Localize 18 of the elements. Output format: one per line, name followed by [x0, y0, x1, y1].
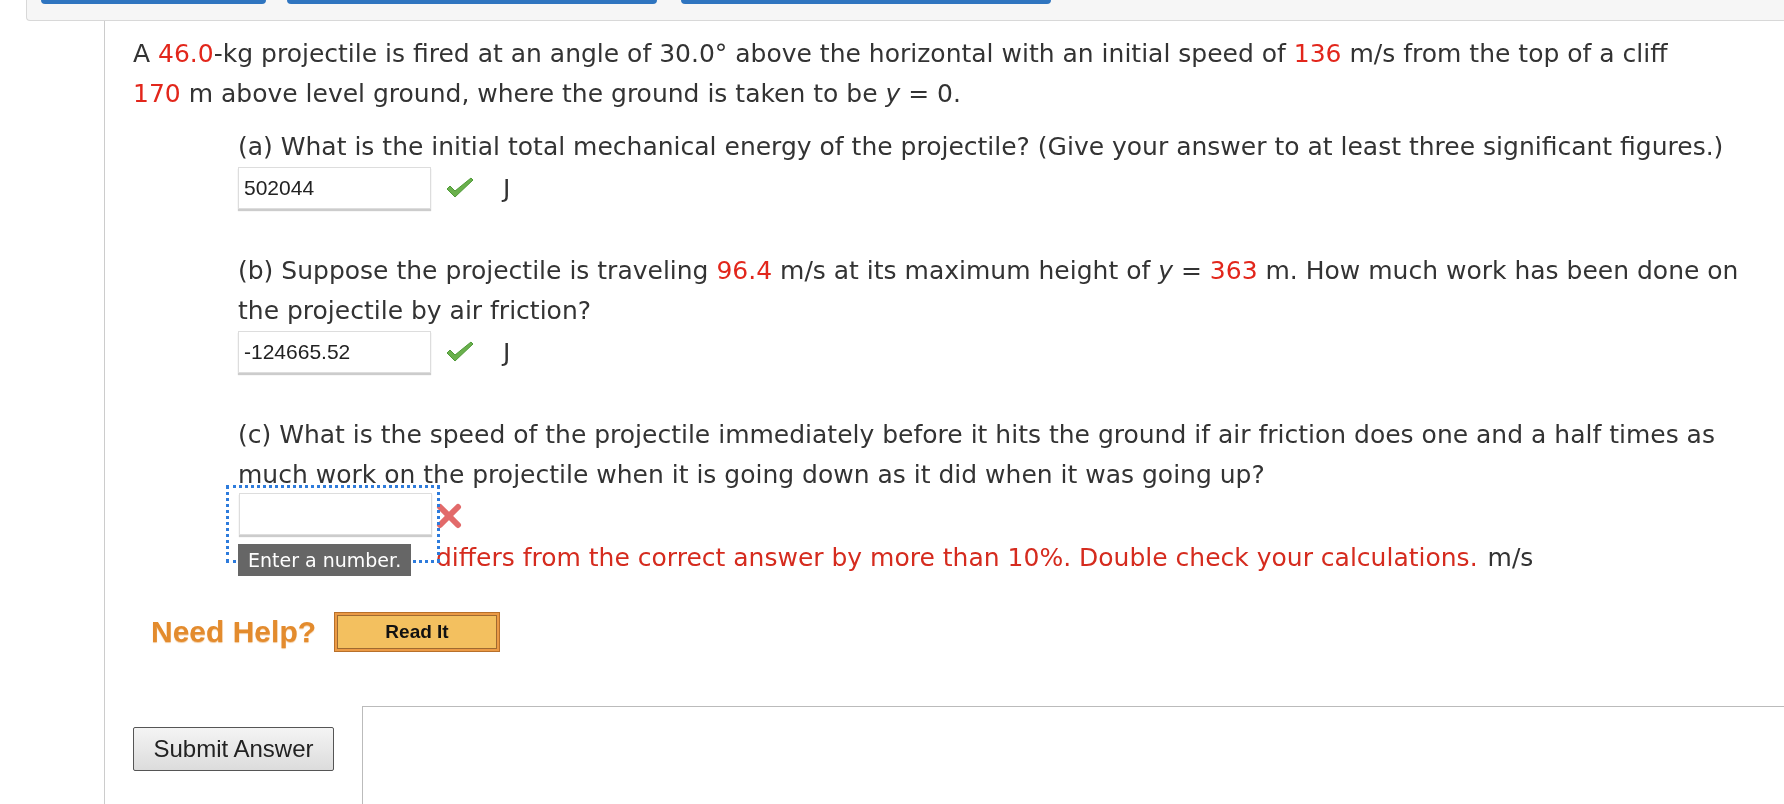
- tab-edge[interactable]: [287, 0, 657, 4]
- read-it-button[interactable]: Read It: [334, 612, 501, 652]
- feedback-message: differs from the correct answer by more than 10%. Double check your calculations.: [436, 543, 1478, 572]
- tab-edge[interactable]: [681, 0, 1051, 4]
- answer-field[interactable]: -124665.52: [238, 331, 431, 373]
- unit-label: J: [503, 173, 511, 203]
- validation-tooltip: Enter a number.: [238, 544, 412, 576]
- question-text: (a) What is the initial total mechanical energy of the projectile? (Give your answer to at least three significant figures.): [238, 131, 1725, 163]
- question-text: (c) What is the speed of the projectile immediately before it hits the ground if air friction does one and a half times as much work on the projectile when it is going down as it did when it was going up?: [238, 419, 1716, 491]
- submit-button[interactable]: Submit Answer: [133, 727, 334, 771]
- answer-field[interactable]: [239, 493, 432, 535]
- answer-field[interactable]: 502044: [238, 167, 431, 209]
- question-text: (b) Suppose the projectile is traveling 96.4 m/s at its maximum height of y = 363 m. How much work has been done on the projectile by air friction?: [238, 255, 1740, 327]
- unit-label: J: [503, 337, 511, 367]
- unit-label: m/s: [1487, 543, 1534, 572]
- problem-statement: A 46.0-kg projectile is fired at an angle of 30.0° above the horizontal with an initial speed of 136 m/s from the top of a cliff 170 m above level ground, where the ground is taken to be y = 0.: [133, 38, 1669, 110]
- tab-edge[interactable]: [41, 0, 266, 4]
- need-help-label: Need Help?: [151, 615, 317, 649]
